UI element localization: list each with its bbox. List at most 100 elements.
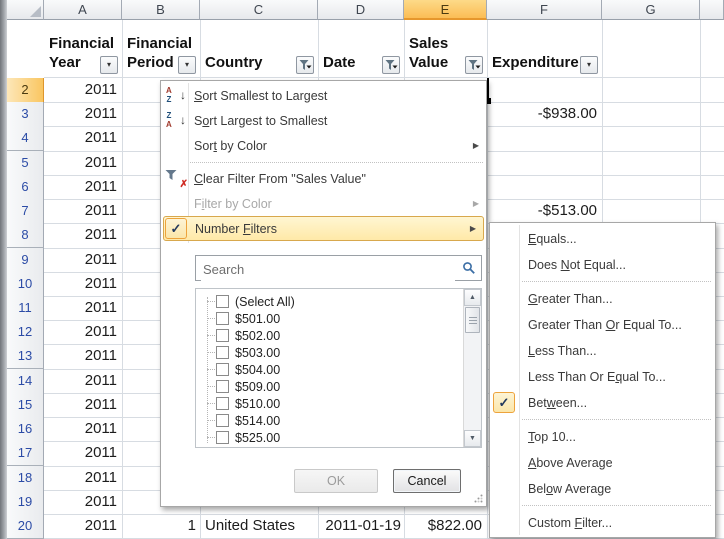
filter-button-date[interactable]: [382, 56, 400, 74]
column-header-a[interactable]: A: [44, 0, 122, 20]
cell-a9[interactable]: 2011: [44, 248, 122, 273]
checkbox[interactable]: [216, 363, 229, 376]
cell-a8[interactable]: 2011: [44, 223, 122, 248]
cell-a20[interactable]: 2011: [44, 514, 122, 539]
filter-button-financial-year[interactable]: ▾: [100, 56, 118, 74]
column-header-f[interactable]: F: [487, 0, 602, 20]
column-header-d[interactable]: D: [318, 0, 404, 20]
submenu-item-less-than[interactable]: Less Than...: [490, 338, 715, 364]
filter-value-item[interactable]: $501.00: [202, 310, 461, 327]
cell-b20[interactable]: 1: [122, 514, 200, 539]
row-header-13[interactable]: 13: [7, 344, 44, 369]
row-header-5[interactable]: 5: [7, 151, 44, 176]
column-header-g[interactable]: G: [602, 0, 700, 20]
row-header-12[interactable]: 12: [7, 320, 44, 345]
checkbox[interactable]: [216, 329, 229, 342]
column-header-b[interactable]: B: [122, 0, 200, 20]
cell-a19[interactable]: 2011: [44, 490, 122, 515]
cell-c20[interactable]: United States: [200, 514, 318, 539]
filter-button-country[interactable]: [296, 56, 314, 74]
submenu-item-greater-than-or-equal[interactable]: Greater Than Or Equal To...: [490, 312, 715, 338]
search-input[interactable]: [201, 257, 455, 281]
select-all-corner[interactable]: [7, 0, 44, 20]
filter-button-financial-period[interactable]: ▾: [178, 56, 196, 74]
checkbox[interactable]: [216, 414, 229, 427]
filter-value-item[interactable]: $510.00: [202, 395, 461, 412]
cell-d20[interactable]: 2011-01-19: [318, 514, 404, 539]
filter-value-item[interactable]: $503.00: [202, 344, 461, 361]
cell-a14[interactable]: 2011: [44, 369, 122, 394]
column-header-c[interactable]: C: [200, 0, 318, 20]
row-header-9[interactable]: 9: [7, 248, 44, 273]
cell-a10[interactable]: 2011: [44, 272, 122, 297]
row-header-11[interactable]: 11: [7, 296, 44, 321]
cell-f7[interactable]: -$513.00: [487, 199, 602, 224]
cell-a6[interactable]: 2011: [44, 175, 122, 200]
menu-item-number-filters[interactable]: ✓ Number Filters ▶: [163, 216, 484, 241]
menu-item-sort-by-color[interactable]: Sort by Color ▶: [161, 133, 486, 158]
cell-a15[interactable]: 2011: [44, 393, 122, 418]
row-header-10[interactable]: 10: [7, 272, 44, 297]
cell-a16[interactable]: 2011: [44, 417, 122, 442]
filter-button-expenditure[interactable]: ▾: [580, 56, 598, 74]
cell-a2[interactable]: 2011: [44, 78, 122, 103]
scroll-up-button[interactable]: ▲: [464, 289, 481, 306]
submenu-item-below-average[interactable]: Below Average: [490, 476, 715, 502]
row-header-14[interactable]: 14: [7, 369, 44, 394]
checkbox[interactable]: [216, 295, 229, 308]
row-header-16[interactable]: 16: [7, 417, 44, 442]
column-header-e[interactable]: E: [404, 0, 487, 20]
row-header-8[interactable]: 8: [7, 223, 44, 248]
row-header-7[interactable]: 7: [7, 199, 44, 224]
header-cell-financial-year[interactable]: FinancialYear ▾: [44, 20, 122, 78]
resize-grip[interactable]: [473, 493, 484, 504]
column-header-partial[interactable]: [700, 0, 724, 20]
row-header-19[interactable]: 19: [7, 490, 44, 515]
cell-a3[interactable]: 2011: [44, 102, 122, 127]
submenu-item-between[interactable]: ✓ Between...: [490, 390, 715, 416]
row-header-20[interactable]: 20: [7, 514, 44, 539]
cell-a13[interactable]: 2011: [44, 344, 122, 369]
submenu-item-equals[interactable]: Equals...: [490, 226, 715, 252]
checkbox[interactable]: [216, 346, 229, 359]
checkbox[interactable]: [216, 431, 229, 444]
row-header-2[interactable]: 2: [7, 78, 44, 103]
scrollbar-thumb[interactable]: [465, 307, 480, 333]
filter-value-item[interactable]: $504.00: [202, 361, 461, 378]
cancel-button[interactable]: Cancel: [393, 469, 461, 493]
cell-a4[interactable]: 2011: [44, 126, 122, 151]
cell-a12[interactable]: 2011: [44, 320, 122, 345]
cell-a7[interactable]: 2011: [44, 199, 122, 224]
row-header-17[interactable]: 17: [7, 441, 44, 466]
submenu-item-top-10[interactable]: Top 10...: [490, 424, 715, 450]
checkbox[interactable]: [216, 397, 229, 410]
cell-f3[interactable]: -$938.00: [487, 102, 602, 127]
header-cell-sales-value[interactable]: SalesValue: [404, 20, 487, 78]
row-header-15[interactable]: 15: [7, 393, 44, 418]
list-scrollbar[interactable]: ▲ ▼: [463, 289, 481, 447]
row-header-4[interactable]: 4: [7, 126, 44, 151]
menu-item-sort-largest-to-smallest[interactable]: ZA ↓ Sort Largest to Smallest: [161, 108, 486, 133]
checkbox[interactable]: [216, 312, 229, 325]
filter-value-item[interactable]: $525.00: [202, 429, 461, 446]
cell-a11[interactable]: 2011: [44, 296, 122, 321]
header-cell-financial-period[interactable]: FinancialPeriod ▾: [122, 20, 200, 78]
header-cell-expenditure[interactable]: Expenditure ▾: [487, 20, 602, 78]
row-header-3[interactable]: 3: [7, 102, 44, 127]
menu-item-clear-filter[interactable]: ✗ Clear Filter From "Sales Value": [161, 166, 486, 191]
row-header-18[interactable]: 18: [7, 466, 44, 491]
cell-a18[interactable]: 2011: [44, 466, 122, 491]
menu-item-sort-smallest-to-largest[interactable]: AZ ↓ Sort Smallest to Largest: [161, 83, 486, 108]
submenu-item-custom-filter[interactable]: Custom Filter...: [490, 510, 715, 536]
submenu-item-above-average[interactable]: Above Average: [490, 450, 715, 476]
submenu-item-less-than-or-equal[interactable]: Less Than Or Equal To...: [490, 364, 715, 390]
header-cell-country[interactable]: Country: [200, 20, 318, 78]
cell-a17[interactable]: 2011: [44, 441, 122, 466]
cell-e20[interactable]: $822.00: [404, 514, 487, 539]
filter-button-sales-value[interactable]: [465, 56, 483, 74]
cell-a5[interactable]: 2011: [44, 151, 122, 176]
filter-value-item[interactable]: $509.00: [202, 378, 461, 395]
header-cell-date[interactable]: Date: [318, 20, 404, 78]
ok-button[interactable]: OK: [294, 469, 378, 493]
submenu-item-greater-than[interactable]: Greater Than...: [490, 286, 715, 312]
